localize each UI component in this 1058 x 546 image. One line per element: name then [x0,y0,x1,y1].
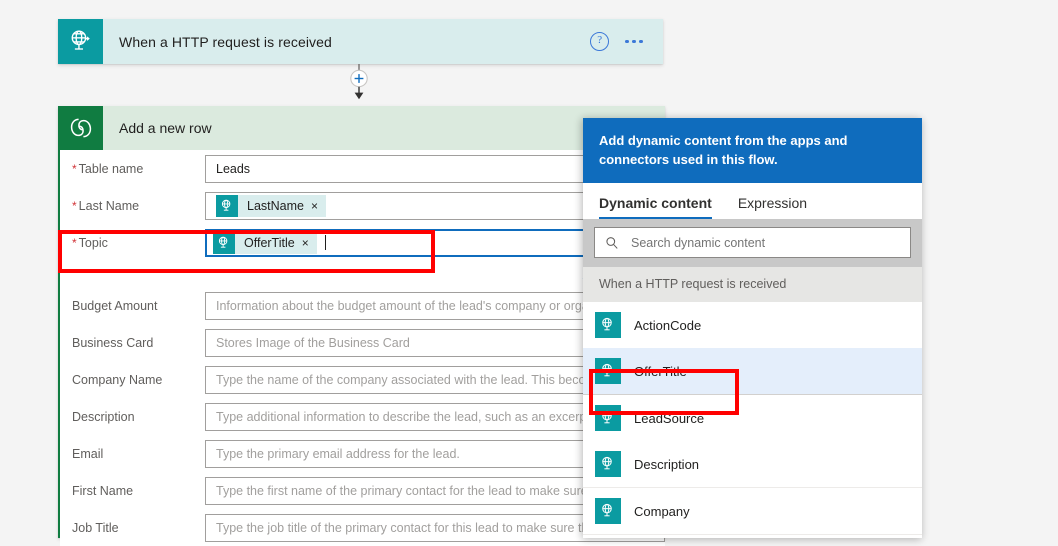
dynamic-content-search-band [583,219,922,267]
field-row-last-name: * Last Name LastName × [60,187,665,224]
field-row-first-name: First Name Type the first name of the pr… [60,472,665,509]
dynamic-content-item-label: ActionCode [634,317,702,333]
token-http-globe-icon [216,194,238,217]
dynamic-content-list: ActionCode OfferTitle LeadSource Descrip… [583,302,922,535]
flow-designer-canvas: When a HTTP request is received ? Add a … [0,0,1058,546]
dynamic-content-item-label: Description [634,456,700,472]
token-label: OfferTitle [244,235,295,250]
token-chip-lastname[interactable]: LastName × [216,194,326,217]
field-label-first-name: First Name [72,483,134,498]
field-label-job-title: Job Title [72,520,119,535]
field-row-business-card: Business Card Stores Image of the Busine… [60,324,665,361]
token-remove-icon[interactable]: × [311,200,326,212]
field-label-table-name: * Table name [72,161,144,176]
help-icon[interactable]: ? [590,32,610,51]
add-dynamic-content-row: Add dynamic [60,261,665,287]
field-label-company-name: Company Name [72,372,163,387]
dynamic-content-item-label: LeadSource [634,410,705,426]
action-card-header[interactable]: Add a new row [58,106,665,150]
dynamic-content-item-leadsource[interactable]: LeadSource [583,395,922,441]
field-row-job-title: Job Title Type the job title of the prim… [60,509,665,546]
dynamic-content-tablist: Dynamic content Expression [583,183,922,219]
trigger-card-http-request[interactable]: When a HTTP request is received ? [58,19,663,64]
field-label-business-card: Business Card [72,335,154,350]
tab-expression[interactable]: Expression [738,195,807,219]
dynamic-content-item-actioncode[interactable]: ActionCode [583,302,922,348]
flow-connector [345,64,373,102]
dynamic-content-banner: Add dynamic content from the apps and co… [583,118,922,183]
required-asterisk: * [72,235,77,250]
action-form-body: * Table name Leads * Last Name LastName … [60,150,665,546]
search-icon [605,236,619,250]
field-row-description: Description Type additional information … [60,398,665,435]
text-caret [324,235,326,250]
trigger-title: When a HTTP request is received [119,33,332,50]
dynamic-content-panel: Add dynamic content from the apps and co… [583,118,922,538]
field-row-budget-amount: Budget Amount Information about the budg… [60,287,665,324]
field-label-topic: * Topic [72,235,108,250]
tab-dynamic-content[interactable]: Dynamic content [599,195,712,219]
token-chip-offertitle[interactable]: OfferTitle × [213,231,317,254]
dynamic-content-item-label: Company [634,503,690,519]
dynamic-content-item-offertitle[interactable]: OfferTitle [583,348,922,395]
token-http-globe-icon [213,231,235,254]
field-label-email: Email [72,446,104,461]
action-card-title: Add a new row [119,120,212,136]
field-row-company-name: Company Name Type the name of the compan… [60,361,665,398]
required-asterisk: * [72,198,77,213]
field-label-budget-amount: Budget Amount [72,298,158,313]
field-row-table-name: * Table name Leads [60,150,665,187]
token-remove-icon[interactable]: × [302,237,317,249]
field-label-last-name: * Last Name [72,198,140,213]
search-dynamic-content-box[interactable] [594,227,911,258]
dynamic-content-group-header: When a HTTP request is received [583,267,922,302]
search-input[interactable] [629,234,910,251]
token-http-globe-icon [595,451,621,477]
action-card-add-a-new-row[interactable]: Add a new row * Table name Leads * Last … [58,106,665,546]
http-globe-icon [58,19,103,64]
required-asterisk: * [72,161,77,176]
field-row-topic: * Topic OfferTitle × [60,224,665,261]
token-label: LastName [247,198,304,213]
dynamic-content-item-company[interactable]: Company [583,488,922,535]
token-http-globe-icon [595,358,621,384]
token-http-globe-icon [595,498,621,524]
more-commands-icon[interactable] [625,39,643,44]
trigger-action-buttons: ? [590,19,663,64]
field-label-description: Description [72,409,135,424]
dynamic-content-item-label: OfferTitle [634,363,687,379]
token-http-globe-icon [595,312,621,338]
dataverse-icon [58,106,103,150]
dynamic-content-item-description[interactable]: Description [583,441,922,488]
field-row-email: Email Type the primary email address for… [60,435,665,472]
token-http-globe-icon [595,405,621,431]
